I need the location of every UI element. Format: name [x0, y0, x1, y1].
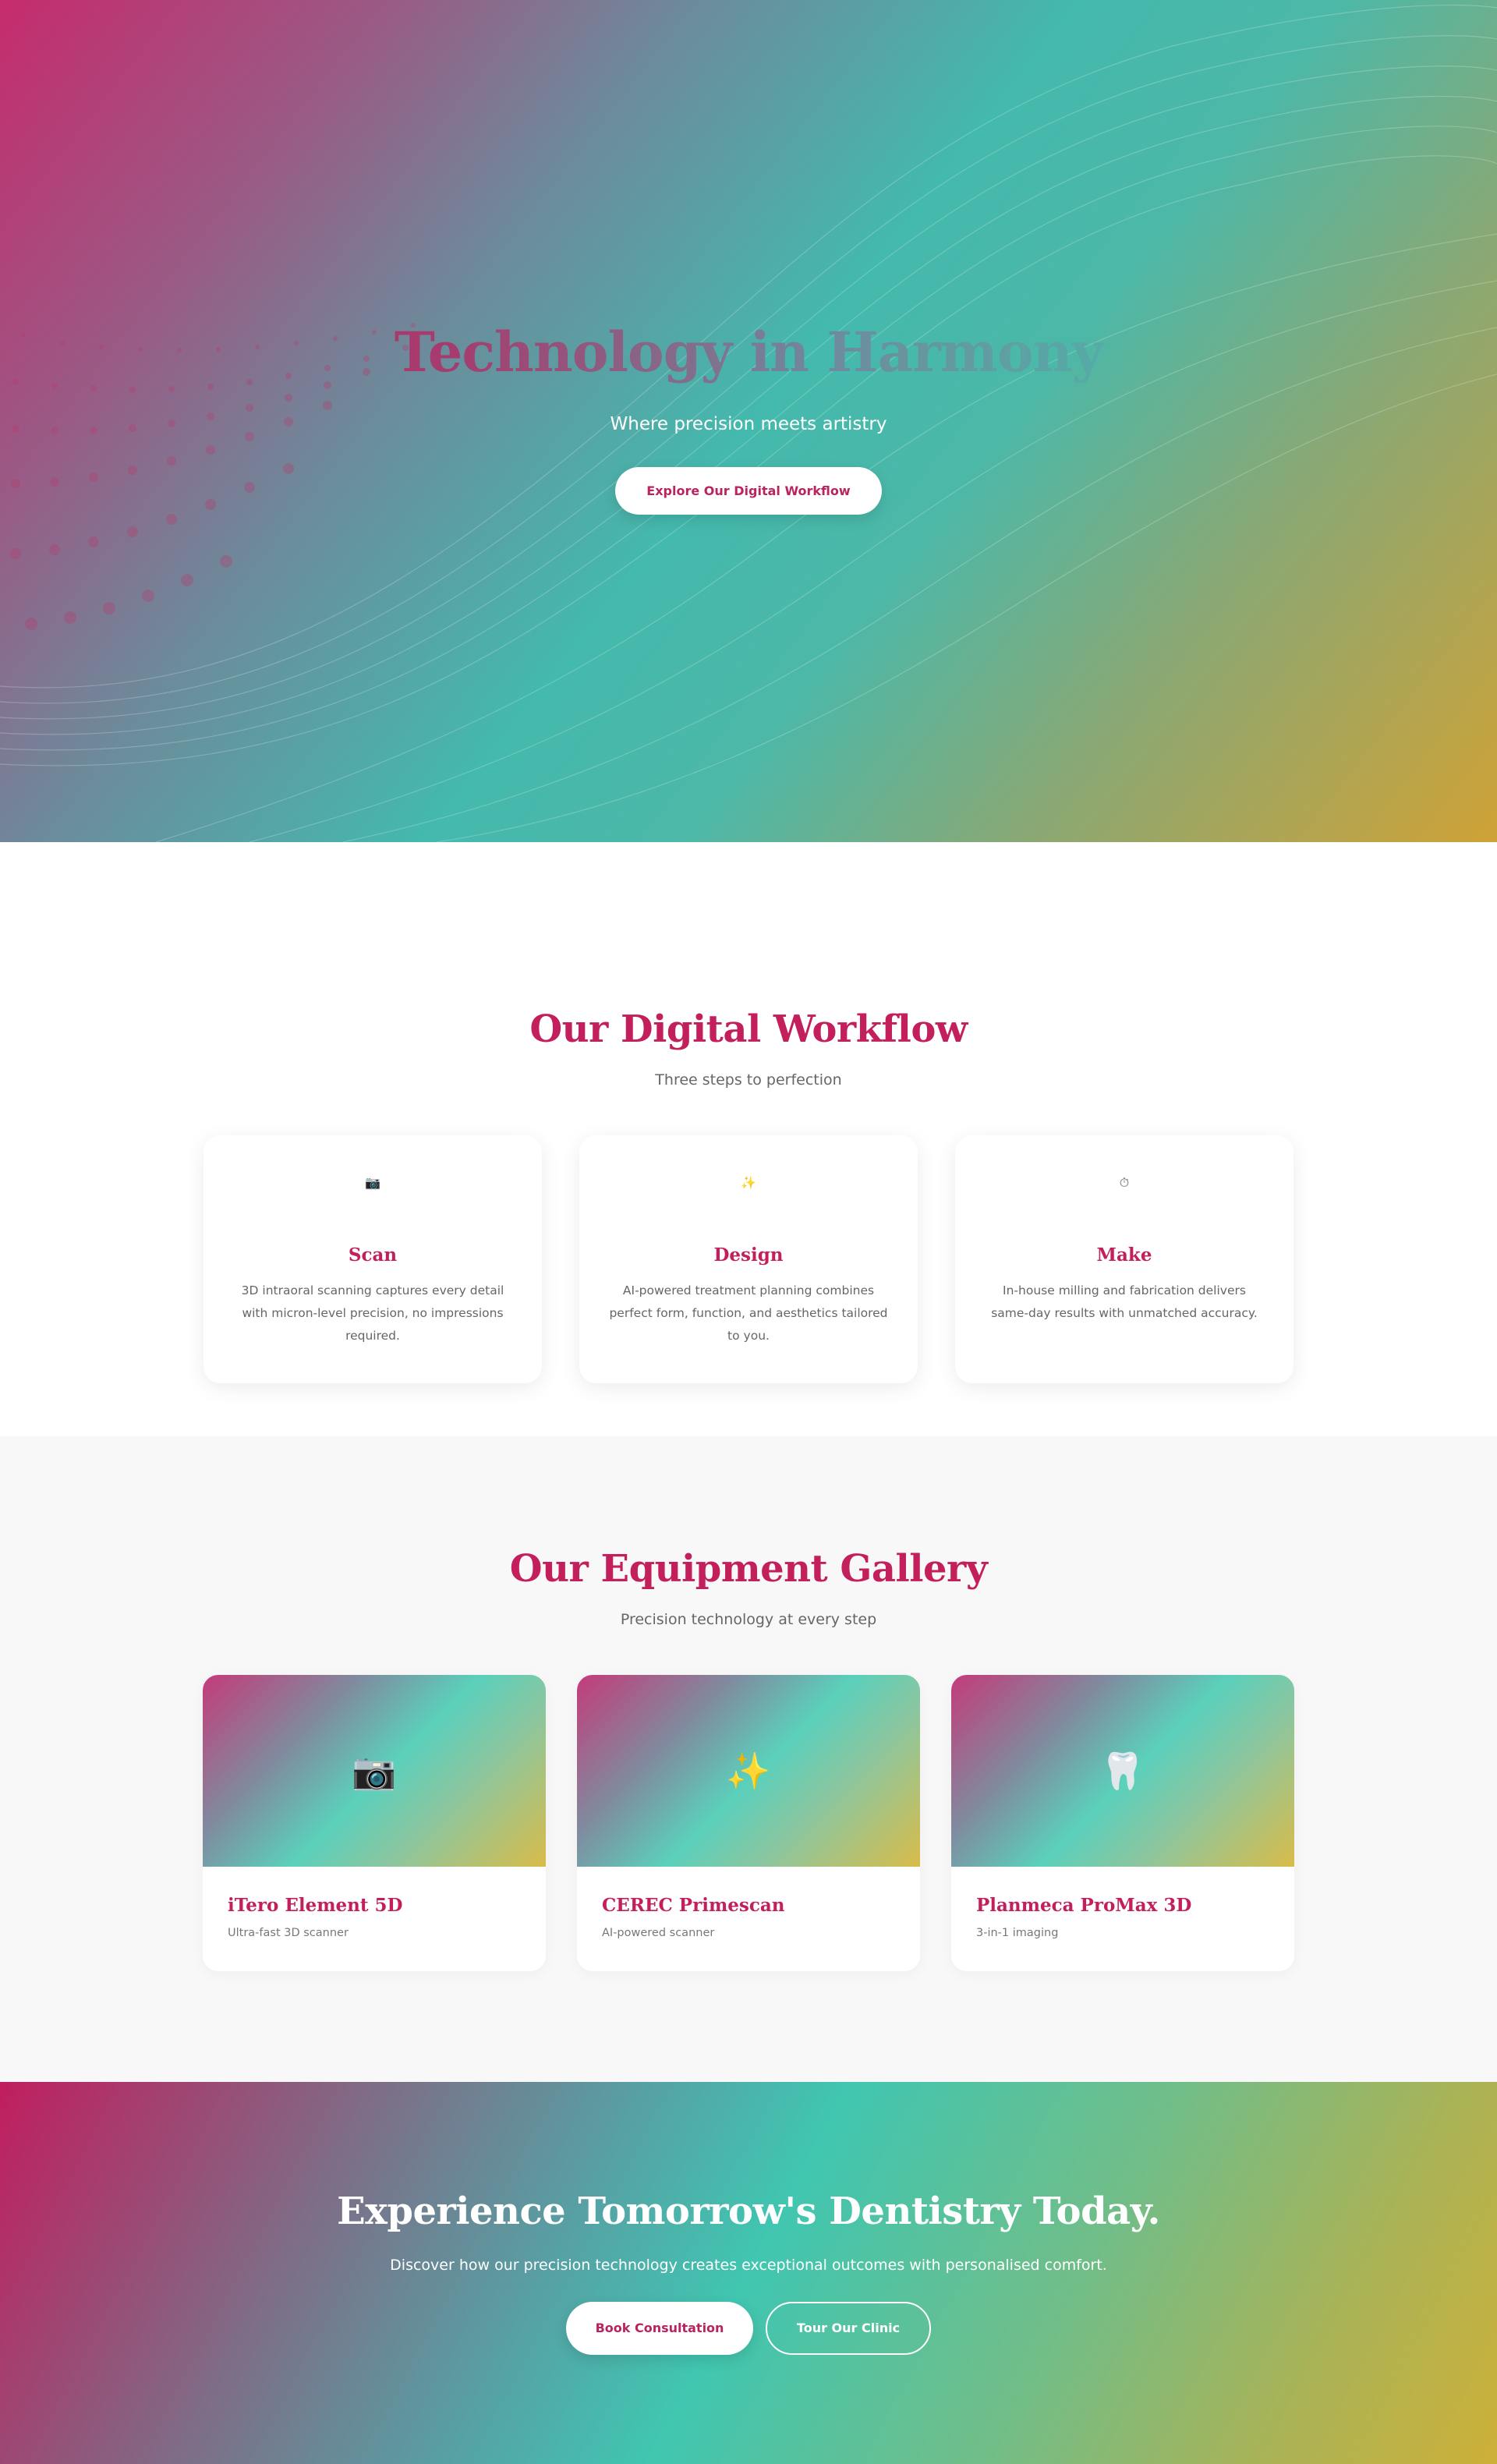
gallery-card-image: ✨: [577, 1675, 920, 1867]
workflow-card-title: Design: [713, 1244, 784, 1266]
gallery-card-itero[interactable]: 📷 iTero Element 5D Ultra-fast 3D scanner: [203, 1675, 546, 1971]
gallery-section: Our Equipment Gallery Precision technolo…: [0, 1436, 1497, 2082]
gallery-cards: 📷 iTero Element 5D Ultra-fast 3D scanner…: [0, 1675, 1497, 1971]
gallery-card-cerec[interactable]: ✨ CEREC Primescan AI-powered scanner: [577, 1675, 920, 1971]
cta-buttons: Book Consultation Tour Our Clinic: [0, 2302, 1497, 2355]
workflow-subtitle: Three steps to perfection: [655, 1071, 842, 1089]
workflow-card-text: In-house milling and fabrication deliver…: [991, 1283, 1258, 1320]
gallery-card-planmeca[interactable]: 🦷 Planmeca ProMax 3D 3-in-1 imaging: [951, 1675, 1294, 1971]
hero-content: Technology in Harmony Where precision me…: [0, 320, 1497, 515]
hero-title: Technology in Harmony: [0, 320, 1497, 384]
gallery-title: Our Equipment Gallery: [509, 1547, 988, 1591]
stopwatch-icon: ⏱: [1119, 1175, 1130, 1190]
workflow-card-title: Make: [1096, 1244, 1152, 1266]
cta-title: Experience Tomorrow's Dentistry Today.: [337, 2190, 1160, 2233]
workflow-section: Our Digital Workflow Three steps to perf…: [0, 842, 1497, 1436]
gallery-card-subtitle: 3-in-1 imaging: [976, 1927, 1059, 1939]
explore-workflow-button[interactable]: Explore Our Digital Workflow: [615, 467, 882, 515]
gallery-card-title: Planmeca ProMax 3D: [976, 1895, 1192, 1916]
gallery-card-title: iTero Element 5D: [228, 1895, 403, 1916]
hero-subtitle: Where precision meets artistry: [610, 414, 887, 434]
hero-section: Technology in Harmony Where precision me…: [0, 0, 1497, 842]
sparkles-icon: ✨: [741, 1175, 756, 1190]
tooth-icon: 🦷: [1100, 1749, 1145, 1792]
gallery-card-subtitle: AI-powered scanner: [602, 1927, 715, 1939]
gallery-subtitle: Precision technology at every step: [620, 1611, 877, 1628]
workflow-card-scan: 📷 Scan 3D intraoral scanning captures ev…: [203, 1135, 542, 1383]
workflow-cards: 📷 Scan 3D intraoral scanning captures ev…: [0, 1135, 1497, 1383]
cta-subtitle: Discover how our precision technology cr…: [390, 2257, 1107, 2274]
workflow-card-make: ⏱ Make In-house milling and fabrication …: [955, 1135, 1294, 1383]
gallery-card-subtitle: Ultra-fast 3D scanner: [228, 1927, 349, 1939]
workflow-card-text: 3D intraoral scanning captures every det…: [241, 1283, 504, 1343]
workflow-card-text: AI-powered treatment planning combines p…: [609, 1283, 888, 1343]
gallery-card-image: 📷: [203, 1675, 546, 1867]
gallery-card-title: CEREC Primescan: [602, 1895, 785, 1916]
workflow-card-design: ✨ Design AI-powered treatment planning c…: [579, 1135, 918, 1383]
camera-icon: 📷: [352, 1749, 397, 1792]
cta-section: Experience Tomorrow's Dentistry Today. D…: [0, 2082, 1497, 2464]
camera-icon: 📷: [365, 1175, 380, 1190]
sparkles-icon: ✨: [726, 1749, 771, 1792]
workflow-card-title: Scan: [348, 1244, 398, 1266]
tour-clinic-button[interactable]: Tour Our Clinic: [766, 2302, 931, 2355]
gallery-card-image: 🦷: [951, 1675, 1294, 1867]
book-consultation-button[interactable]: Book Consultation: [566, 2302, 753, 2355]
workflow-title: Our Digital Workflow: [529, 1007, 968, 1051]
